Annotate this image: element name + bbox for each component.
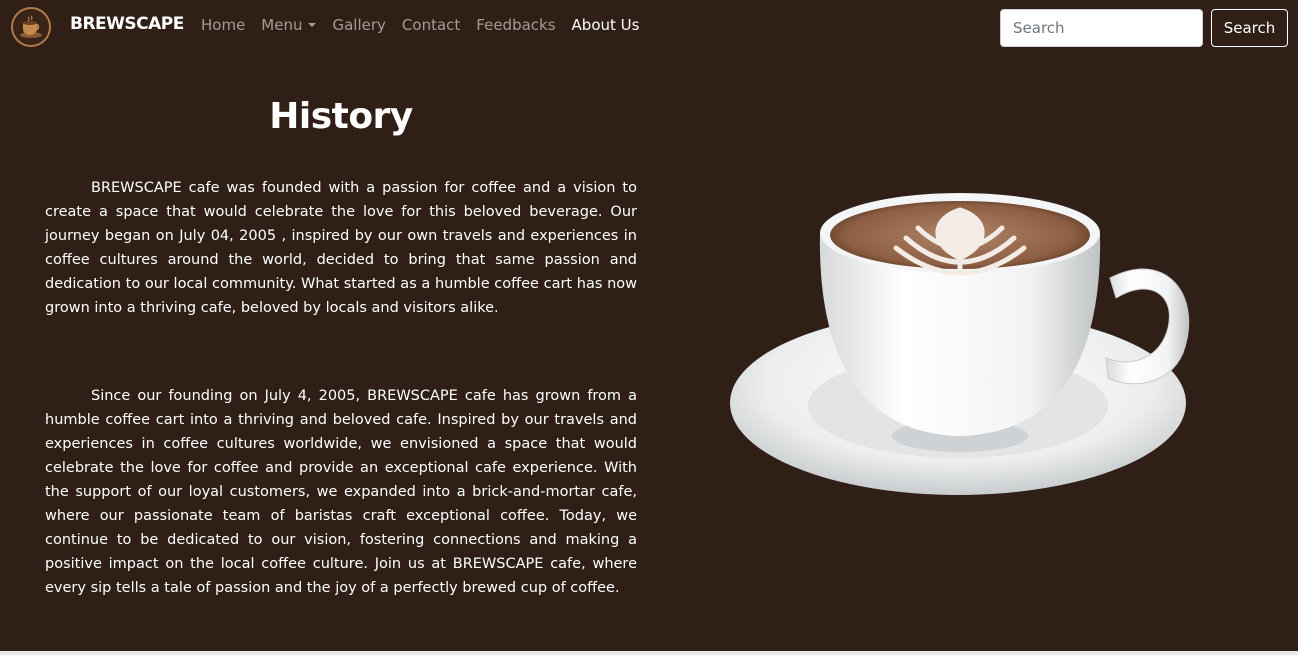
nav-item-menu[interactable]: Menu (261, 16, 317, 34)
nav-item-contact[interactable]: Contact (402, 16, 460, 34)
brand-name[interactable]: BREWSCAPE (70, 14, 184, 34)
nav-item-gallery[interactable]: Gallery (332, 16, 385, 34)
search-button[interactable]: Search (1211, 9, 1288, 47)
nav-item-feedbacks[interactable]: Feedbacks (476, 16, 555, 34)
page-title: History (269, 96, 413, 137)
nav-item-menu-label: Menu (261, 16, 303, 34)
history-paragraph-1: BREWSCAPE cafe was founded with a passio… (45, 180, 637, 316)
history-paragraph-2: Since our founding on July 4, 2005, BREW… (45, 388, 637, 596)
search-input[interactable] (1000, 9, 1203, 47)
latte-cup-image (728, 188, 1198, 508)
chevron-down-icon (308, 23, 317, 27)
coffee-cup-logo-icon[interactable] (11, 7, 51, 47)
page-bottom-divider (0, 651, 1298, 655)
nav-item-home[interactable]: Home (201, 16, 245, 34)
navbar: BREWSCAPE Home Menu Gallery Contact Feed… (0, 0, 1298, 54)
nav-links: Home Menu Gallery Contact Feedbacks Abou… (201, 16, 655, 34)
nav-item-about-us[interactable]: About Us (572, 16, 640, 34)
